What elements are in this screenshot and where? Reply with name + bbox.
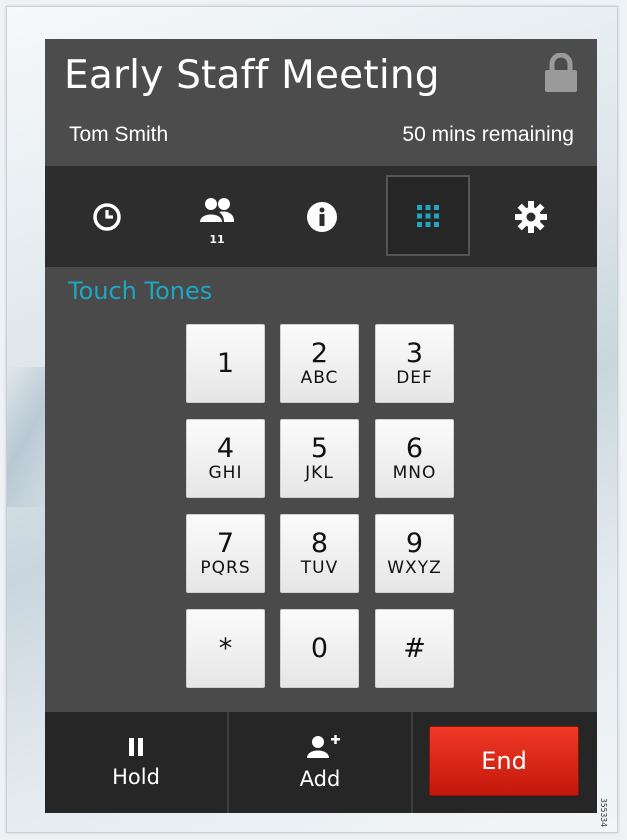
key-5[interactable]: 5 JKL	[280, 419, 359, 498]
call-controls: Hold Add End	[45, 712, 597, 813]
key-digit: 1	[216, 347, 235, 379]
key-digit: 4	[216, 432, 235, 464]
organizer-name: Tom Smith	[69, 123, 169, 146]
key-digit: 3	[405, 337, 424, 369]
touch-tones-title: Touch Tones	[68, 277, 213, 305]
tab-participants[interactable]: 11	[175, 166, 259, 267]
key-letters: GHI	[208, 462, 243, 483]
tab-keypad[interactable]	[386, 175, 470, 256]
key-digit: #	[403, 632, 426, 664]
footer-divider	[411, 712, 413, 813]
add-label: Add	[299, 766, 341, 791]
key-7[interactable]: 7 PQRS	[186, 514, 265, 593]
meeting-panel: Early Staff Meeting Tom Smith 50 mins re…	[45, 39, 597, 813]
key-letters: PQRS	[200, 557, 251, 578]
end-call-button[interactable]: End	[429, 726, 579, 796]
figure-id: 355334	[599, 798, 608, 827]
hold-label: Hold	[112, 764, 160, 789]
clock-icon	[93, 202, 121, 231]
gear-icon	[515, 200, 547, 233]
key-letters: TUV	[300, 557, 339, 578]
key-letters: MNO	[392, 462, 437, 483]
key-digit: 2	[310, 337, 329, 369]
tab-history[interactable]	[65, 166, 149, 267]
tab-info[interactable]	[280, 166, 364, 267]
key-6[interactable]: 6 MNO	[375, 419, 454, 498]
keypad-icon	[417, 204, 439, 227]
window-frame: Early Staff Meeting Tom Smith 50 mins re…	[6, 6, 618, 833]
meeting-title: Early Staff Meeting	[64, 53, 440, 98]
info-icon	[307, 201, 337, 232]
people-icon	[200, 197, 235, 222]
meeting-header: Early Staff Meeting Tom Smith 50 mins re…	[45, 39, 597, 166]
add-button[interactable]: Add	[229, 712, 411, 813]
key-digit: 7	[216, 527, 235, 559]
tab-settings[interactable]	[489, 166, 573, 267]
time-remaining: 50 mins remaining	[402, 123, 574, 146]
key-1[interactable]: 1	[186, 324, 265, 403]
key-letters: ABC	[300, 367, 339, 388]
tab-bar: 11	[45, 166, 597, 267]
key-digit: *	[218, 632, 233, 664]
key-letters: JKL	[305, 462, 334, 483]
key-digit: 9	[405, 527, 424, 559]
lock-icon[interactable]	[544, 52, 578, 93]
key-4[interactable]: 4 GHI	[186, 419, 265, 498]
key-letters: WXYZ	[387, 557, 442, 578]
key-digit: 5	[310, 432, 329, 464]
key-0[interactable]: 0	[280, 609, 359, 688]
key-digit: 0	[310, 632, 329, 664]
pause-icon	[129, 737, 143, 756]
hold-button[interactable]: Hold	[45, 712, 227, 813]
add-participant-icon	[307, 734, 340, 758]
key-digit: 8	[310, 527, 329, 559]
key-digit: 6	[405, 432, 424, 464]
key-3[interactable]: 3 DEF	[375, 324, 454, 403]
key-9[interactable]: 9 WXYZ	[375, 514, 454, 593]
key-star[interactable]: *	[186, 609, 265, 688]
end-label: End	[481, 747, 527, 775]
key-8[interactable]: 8 TUV	[280, 514, 359, 593]
key-letters: DEF	[396, 367, 433, 388]
key-2[interactable]: 2 ABC	[280, 324, 359, 403]
key-hash[interactable]: #	[375, 609, 454, 688]
participant-count: 11	[209, 233, 225, 246]
